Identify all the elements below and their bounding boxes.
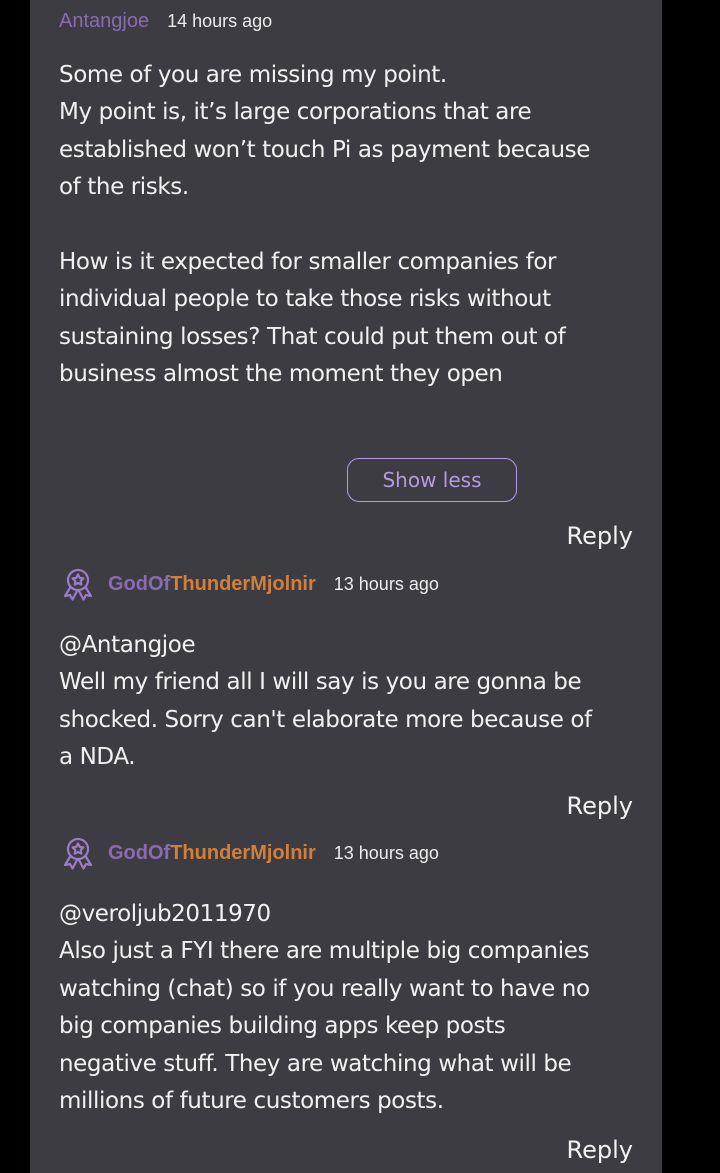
reply-button[interactable]: Reply: [567, 792, 633, 820]
timestamp: 13 hours ago: [333, 573, 439, 594]
comment-card: GodOfThunderMjolnir 13 hours ago @verolj…: [30, 824, 662, 1173]
timestamp: 14 hours ago: [167, 11, 273, 31]
comment-card: GodOfThunderMjolnir 13 hours ago @Antang…: [30, 551, 662, 827]
username-link[interactable]: GodOfThunderMjolnir: [108, 842, 316, 865]
show-less-button[interactable]: Show less: [347, 458, 517, 502]
username-link[interactable]: Antangjoe: [59, 10, 149, 33]
comment-header: GodOfThunderMjolnir 13 hours ago: [60, 566, 439, 602]
comment-body: @Antangjoe Well my friend all I will say…: [59, 632, 592, 771]
reply-button[interactable]: Reply: [567, 1136, 633, 1164]
username-link[interactable]: GodOfThunderMjolnir: [108, 573, 316, 596]
comment-card: Antangjoe 14 hours ago Some of you are m…: [30, 0, 662, 555]
username-prefix: GodOf: [108, 572, 171, 595]
timestamp: 13 hours ago: [333, 842, 439, 863]
comment-body: @veroljub2011970 Also just a FYI there a…: [59, 901, 590, 1115]
username-prefix: GodOf: [108, 841, 171, 864]
username-suffix: ThunderMjolnir: [170, 572, 316, 595]
award-ribbon-icon: [60, 835, 96, 871]
comment-header: Antangjoe 14 hours ago: [59, 10, 272, 33]
username-suffix: ThunderMjolnir: [170, 841, 316, 864]
award-ribbon-icon: [60, 566, 96, 602]
comment-body: Some of you are missing my point. My poi…: [59, 62, 590, 388]
comment-header: GodOfThunderMjolnir 13 hours ago: [60, 835, 439, 871]
reply-button[interactable]: Reply: [567, 522, 633, 550]
